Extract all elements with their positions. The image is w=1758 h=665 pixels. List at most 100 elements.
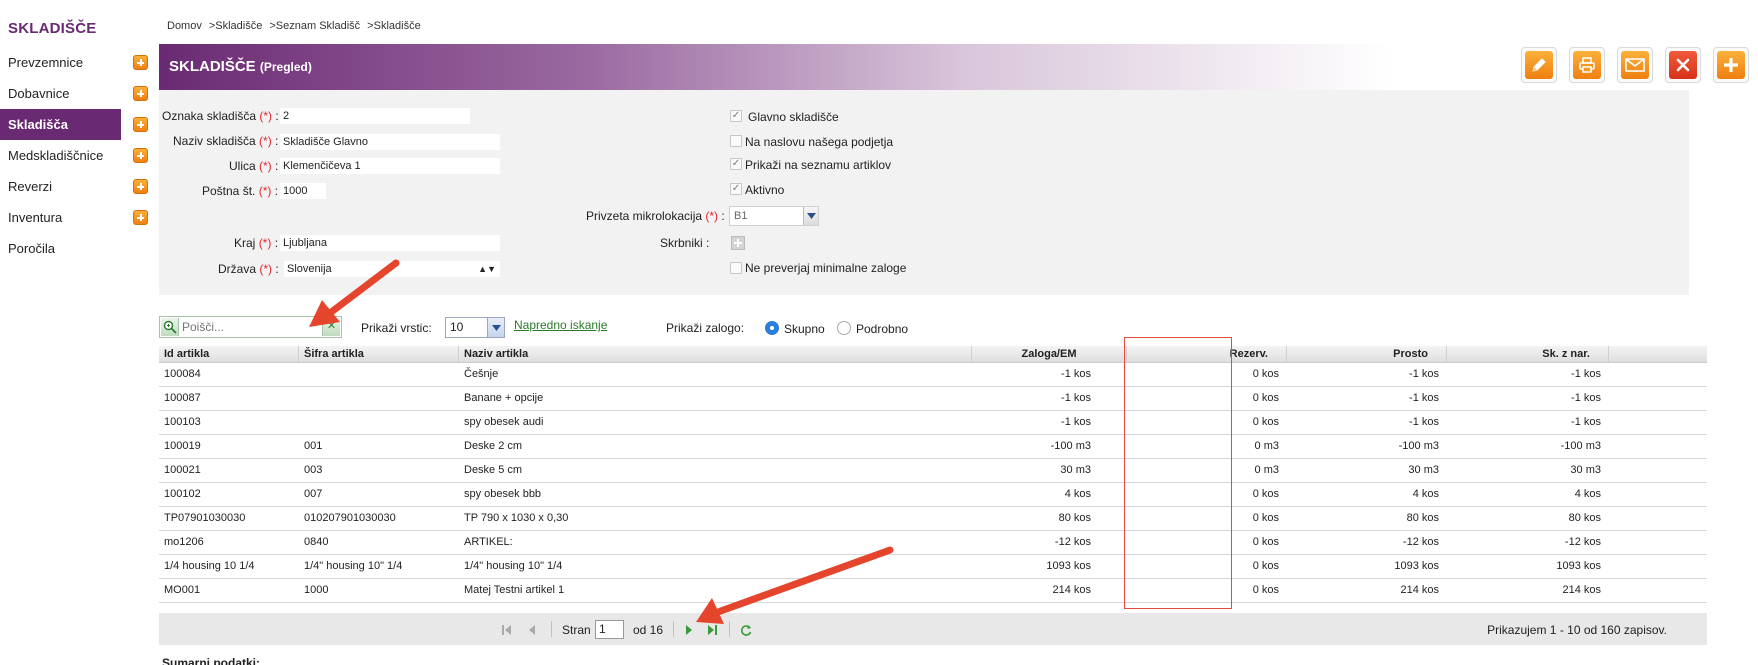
add-icon[interactable] bbox=[133, 86, 148, 101]
table-cell: 80 kos bbox=[1058, 512, 1091, 524]
edit-button[interactable] bbox=[1521, 47, 1557, 83]
table-row[interactable]: MO001 1000 Matej Testni artikel 1 214 kos 0 … bbox=[159, 579, 1707, 603]
table-cell: -12 kos bbox=[1564, 536, 1601, 548]
email-button[interactable] bbox=[1617, 47, 1653, 83]
table-row[interactable]: 100084 Češnje -1 kos 0 kos -1 kos -1 kos bbox=[159, 363, 1707, 387]
table-cell: Deske 2 cm bbox=[464, 440, 523, 452]
sidebar-item-label: Prevzemnice bbox=[8, 55, 84, 70]
table-row[interactable]: TP07901030030 010207901030030 TP 790 x 103… bbox=[159, 507, 1707, 531]
stock-option-podrobno: Podrobno bbox=[856, 322, 909, 336]
sidebar-item[interactable]: Skladišča bbox=[0, 109, 121, 140]
table-cell: -12 kos bbox=[1402, 536, 1439, 548]
oznaka-label: Oznaka skladišča (*) : bbox=[162, 109, 279, 123]
stock-radio-podrobno[interactable] bbox=[837, 321, 851, 335]
table-cell: 1/4 housing 10 1/4 bbox=[164, 560, 255, 572]
naziv-label: Naziv skladišča (*) : bbox=[173, 134, 279, 148]
table-cell: 1093 kos bbox=[1556, 560, 1601, 572]
breadcrumb-item-seznam[interactable]: Seznam Skladišč bbox=[276, 20, 360, 32]
search-icon[interactable] bbox=[161, 318, 179, 336]
prev-page-icon[interactable] bbox=[525, 623, 539, 637]
sidebar-item[interactable]: Poročila bbox=[0, 233, 152, 264]
table-cell: -100 m3 bbox=[1398, 440, 1439, 452]
sidebar-item[interactable]: Medskladiščnice bbox=[0, 140, 152, 171]
table-cell: 214 kos bbox=[1052, 584, 1091, 596]
table-cell: 30 m3 bbox=[1060, 464, 1091, 476]
naslov-checkbox[interactable] bbox=[730, 135, 742, 147]
table-row[interactable]: mo1206 0840 ARTIKEL: -12 kos 0 kos -12 kos -12… bbox=[159, 531, 1707, 555]
page-subtitle: (Pregled) bbox=[259, 60, 312, 74]
drzava-label: Država (*) : bbox=[218, 262, 279, 276]
page-title-text: SKLADIŠČE bbox=[169, 58, 256, 75]
table-cell: ARTIKEL: bbox=[464, 536, 513, 548]
table-row[interactable]: 100021 003 Deske 5 cm 30 m3 0 m3 30 m3 30 m3 bbox=[159, 459, 1707, 483]
column-header[interactable]: Zaloga/EM bbox=[972, 346, 1127, 362]
add-icon[interactable] bbox=[133, 55, 148, 70]
sidebar-item-label: Medskladiščnice bbox=[8, 148, 104, 163]
stock-radio-skupno[interactable] bbox=[765, 321, 779, 335]
mikrolokacija-value: B1 bbox=[734, 210, 748, 222]
posta-field[interactable]: 1000 bbox=[280, 183, 326, 199]
delete-button[interactable] bbox=[1665, 47, 1701, 83]
table-row[interactable]: 100103 spy obesek audi -1 kos 0 kos -1 kos -1… bbox=[159, 411, 1707, 435]
table-cell: 4 kos bbox=[1574, 488, 1601, 500]
sidebar-item[interactable]: Prevzemnice bbox=[0, 47, 152, 78]
breadcrumb-item-domov[interactable]: Domov bbox=[167, 20, 202, 32]
table-row[interactable]: 100019 001 Deske 2 cm -100 m3 0 m3 -100 m3 -10… bbox=[159, 435, 1707, 459]
table-cell: -1 kos bbox=[1061, 368, 1091, 380]
column-header[interactable]: Id artikla bbox=[159, 346, 299, 362]
sidebar-item-label: Skladišča bbox=[8, 117, 68, 132]
rows-value: 10 bbox=[450, 320, 464, 334]
add-button[interactable] bbox=[1713, 47, 1749, 83]
add-icon[interactable] bbox=[133, 117, 148, 132]
mikrolokacija-select[interactable]: B1 bbox=[729, 206, 819, 226]
glavno-label: Glavno skladišče bbox=[748, 110, 839, 124]
page-label: Stran bbox=[562, 623, 591, 637]
clear-search-icon[interactable]: ✕ bbox=[322, 318, 340, 336]
next-page-icon[interactable] bbox=[682, 623, 696, 637]
rows-per-page-select[interactable]: 10 bbox=[445, 317, 505, 338]
breadcrumb-item-skladisce[interactable]: Skladišče bbox=[215, 20, 262, 32]
table-cell: 010207901030030 bbox=[304, 512, 396, 524]
table-cell: 1093 kos bbox=[1394, 560, 1439, 572]
prikazi-checkbox[interactable]: ✓ bbox=[730, 158, 742, 170]
add-icon[interactable] bbox=[133, 179, 148, 194]
aktivno-checkbox[interactable]: ✓ bbox=[730, 183, 742, 195]
print-button[interactable] bbox=[1569, 47, 1605, 83]
add-icon[interactable] bbox=[133, 210, 148, 225]
page-input[interactable]: 1 bbox=[595, 620, 624, 639]
column-header[interactable]: Naziv artikla bbox=[459, 346, 972, 362]
search-input[interactable] bbox=[182, 318, 320, 336]
table-row[interactable]: 100087 Banane + opcije -1 kos 0 kos -1 kos -1… bbox=[159, 387, 1707, 411]
ulica-field[interactable]: Klemenčičeva 1 bbox=[280, 158, 500, 174]
sidebar-item[interactable]: Inventura bbox=[0, 202, 152, 233]
column-header[interactable]: Prosto bbox=[1287, 346, 1447, 362]
sidebar-item[interactable]: Reverzi bbox=[0, 171, 152, 202]
add-icon[interactable] bbox=[133, 148, 148, 163]
refresh-icon[interactable] bbox=[739, 623, 753, 637]
naziv-field[interactable]: Skladišče Glavno bbox=[280, 134, 500, 150]
table-cell: spy obesek bbb bbox=[464, 488, 542, 500]
table-cell: -1 kos bbox=[1061, 416, 1091, 428]
drzava-select[interactable]: Slovenija ▲▼ bbox=[284, 261, 500, 277]
last-page-icon[interactable] bbox=[705, 623, 719, 637]
kraj-field[interactable]: Ljubljana bbox=[280, 235, 500, 251]
column-header[interactable]: Sk. z nar. bbox=[1447, 346, 1609, 362]
sidebar-item-label: Inventura bbox=[8, 210, 63, 225]
close-icon bbox=[1669, 51, 1697, 79]
glavno-checkbox[interactable]: ✓ bbox=[730, 110, 742, 122]
column-header[interactable]: Šifra artikla bbox=[299, 346, 459, 362]
table-cell: 4 kos bbox=[1412, 488, 1439, 500]
sidebar-item[interactable]: Dobavnice bbox=[0, 78, 152, 109]
table-cell: -100 m3 bbox=[1050, 440, 1091, 452]
page-header: SKLADIŠČE (Pregled) bbox=[159, 44, 1391, 90]
table-row[interactable]: 1/4 housing 10 1/4 1/4" housing 10" 1/4 1/… bbox=[159, 555, 1707, 579]
sidebar: SKLADIŠČE Prevzemnice Dobavnice Skladišča M… bbox=[0, 0, 152, 665]
add-skrbnik-icon[interactable] bbox=[731, 236, 745, 250]
advanced-search-link[interactable]: Napredno iskanje bbox=[514, 318, 607, 332]
minimalne-checkbox[interactable] bbox=[730, 262, 742, 274]
table-row[interactable]: 100102 007 spy obesek bbb 4 kos 0 kos 4 kos 4 … bbox=[159, 483, 1707, 507]
oznaka-field[interactable]: 2 bbox=[280, 108, 470, 124]
breadcrumb: Domov >Skladišče >Seznam Skladišč >Skladišč… bbox=[167, 20, 421, 32]
first-page-icon[interactable] bbox=[500, 623, 514, 637]
table-cell: -1 kos bbox=[1061, 392, 1091, 404]
